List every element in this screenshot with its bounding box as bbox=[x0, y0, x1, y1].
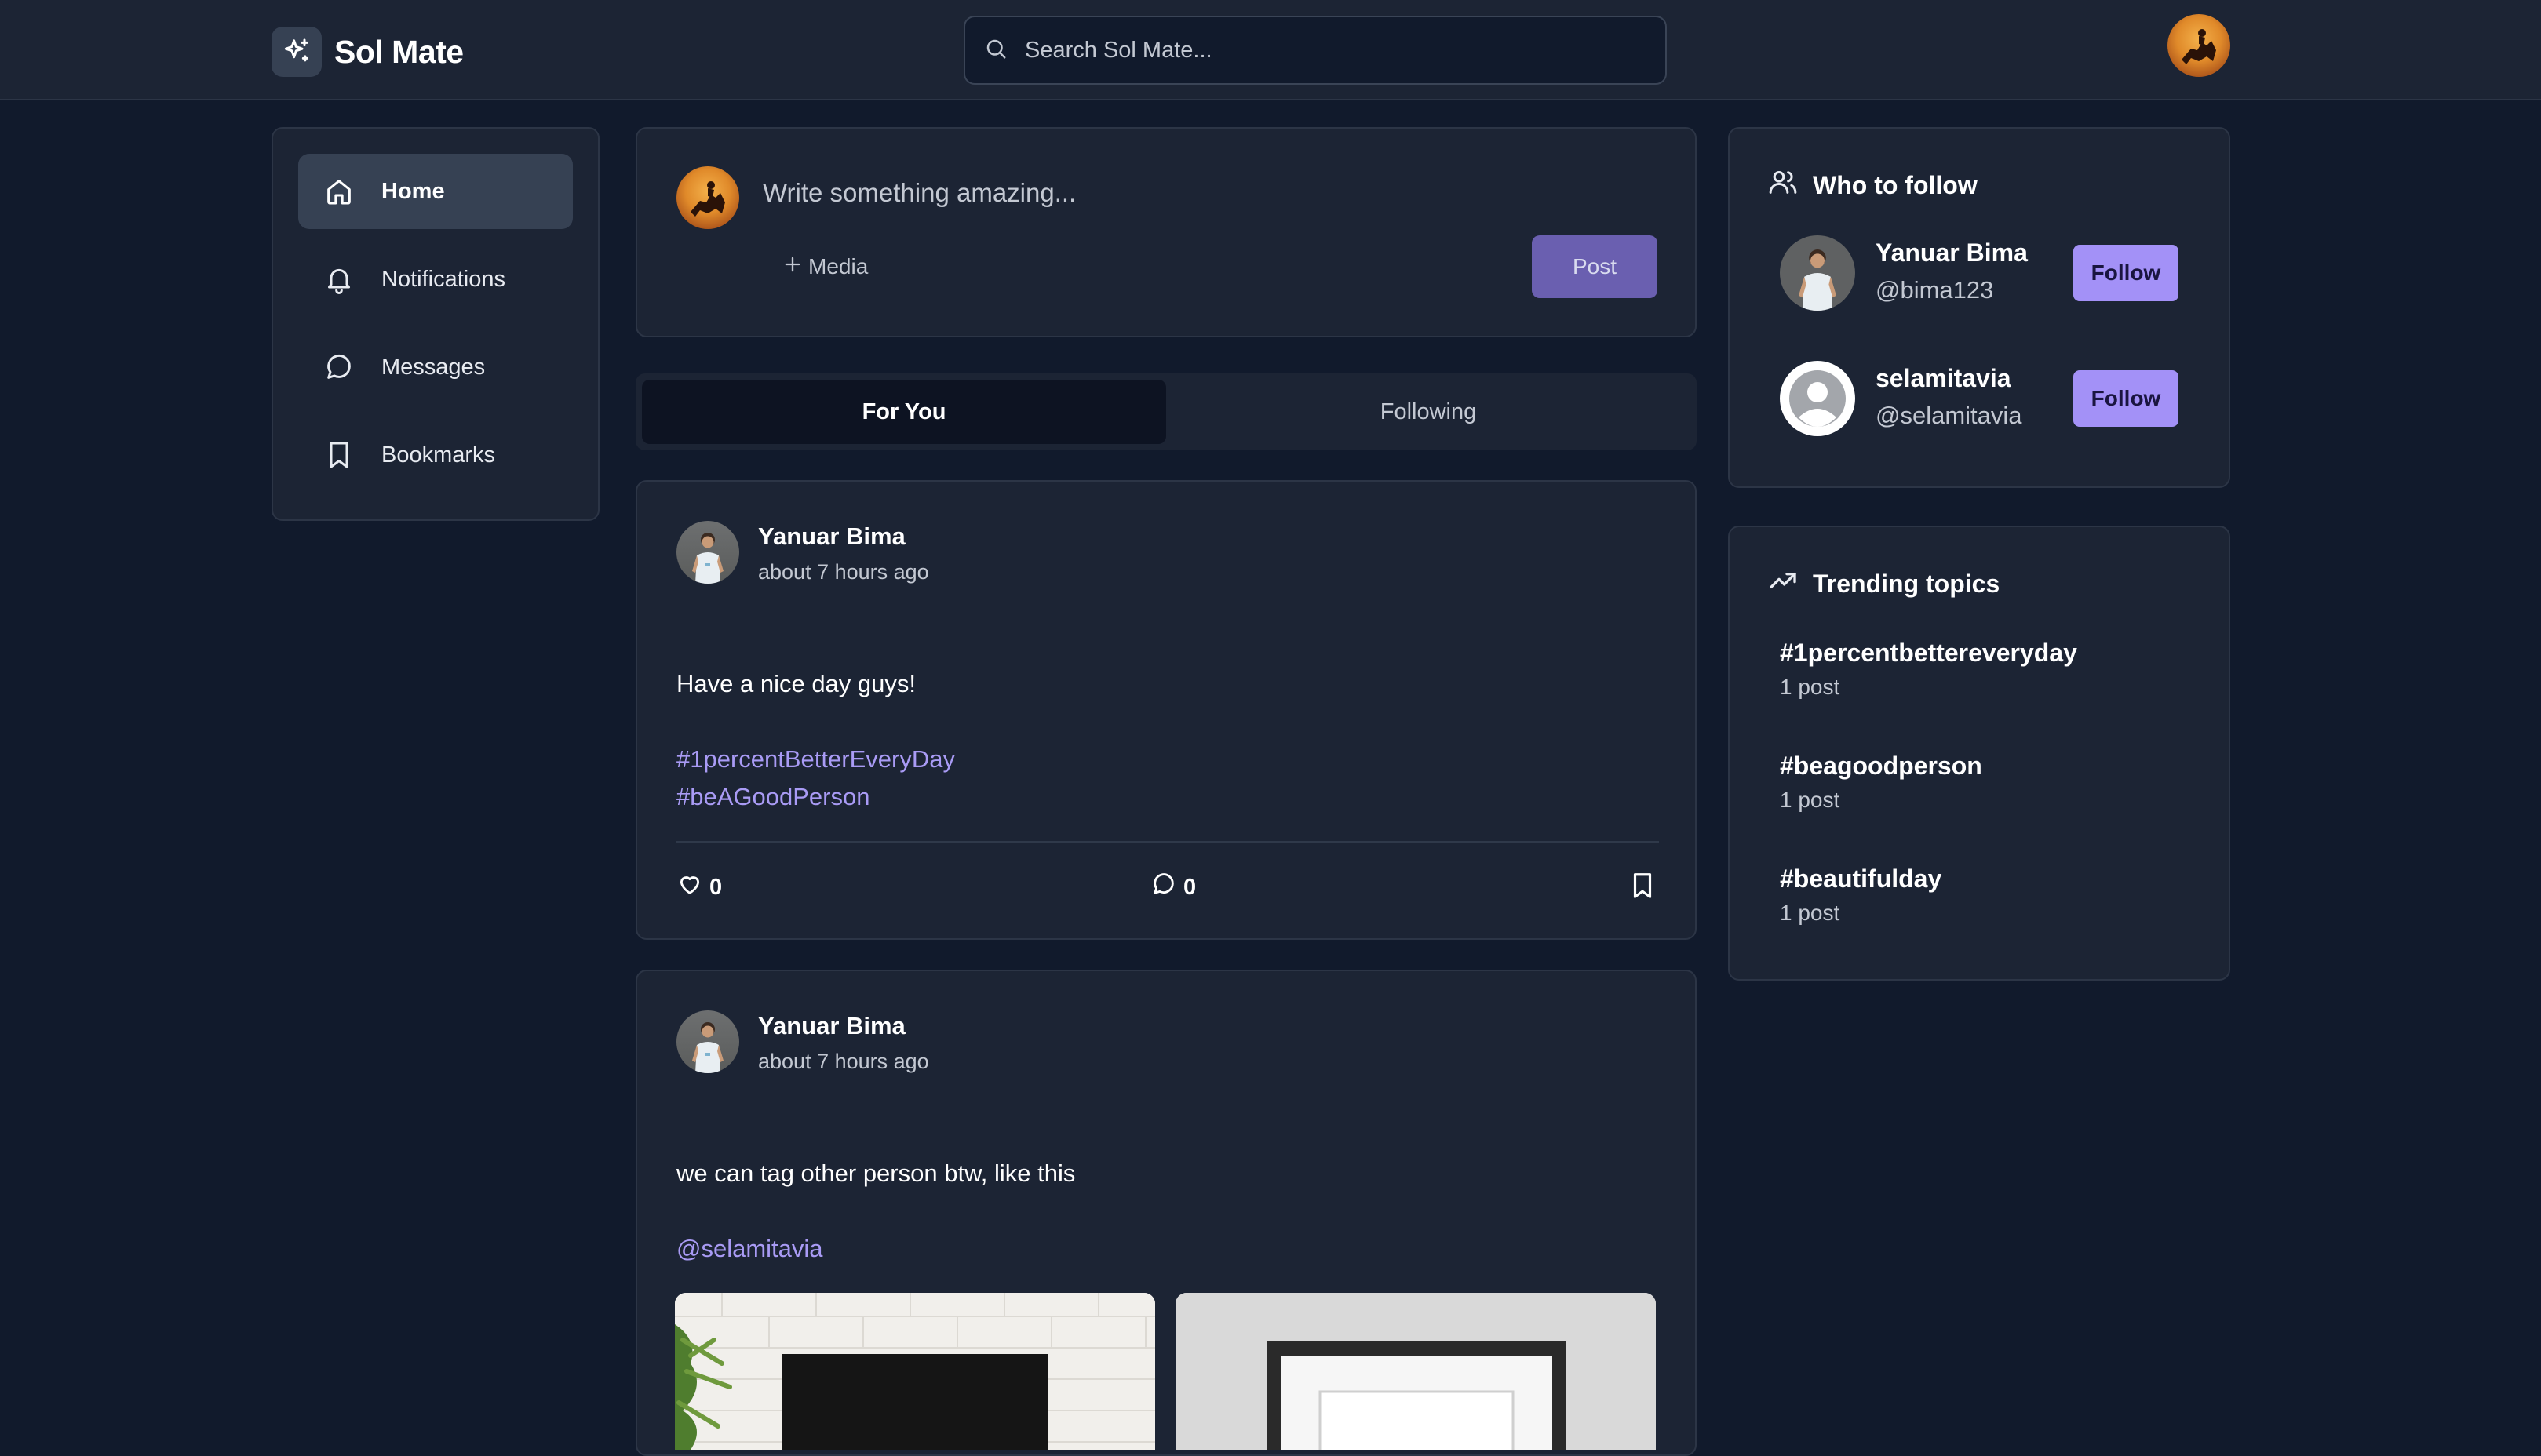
suggested-user-handle: @selamitavia bbox=[1876, 402, 2022, 429]
suggested-user-avatar[interactable] bbox=[1780, 235, 1855, 311]
top-bar: Sol Mate bbox=[0, 0, 2541, 100]
bell-icon bbox=[323, 262, 358, 297]
plus-icon bbox=[782, 253, 804, 281]
home-icon bbox=[323, 174, 358, 209]
tab-for-you[interactable]: For You bbox=[642, 380, 1166, 444]
sidebar-item-messages[interactable]: Messages bbox=[298, 329, 573, 405]
search-icon bbox=[984, 37, 1008, 64]
trending-topic[interactable]: #beautifulday bbox=[1780, 864, 1941, 894]
trending-topics-panel: Trending topics #1percentbettereveryday … bbox=[1728, 526, 2230, 981]
suggested-user-name[interactable]: selamitavia bbox=[1876, 364, 2011, 393]
brand[interactable]: Sol Mate bbox=[272, 27, 464, 77]
follow-button[interactable]: Follow bbox=[2073, 245, 2178, 301]
composer-input[interactable] bbox=[763, 169, 1657, 217]
post-text: we can tag other person btw, like this bbox=[676, 1159, 1076, 1187]
comment-count: 0 bbox=[1183, 874, 1197, 900]
default-avatar-icon[interactable] bbox=[1780, 361, 1855, 436]
post-button[interactable]: Post bbox=[1532, 235, 1657, 298]
sidebar-item-bookmarks[interactable]: Bookmarks bbox=[298, 417, 573, 493]
sidebar-item-label: Home bbox=[381, 178, 445, 204]
post-composer bbox=[636, 127, 1697, 337]
post-image[interactable] bbox=[1176, 1293, 1656, 1450]
like-count: 0 bbox=[709, 874, 723, 900]
trending-topic[interactable]: #beagoodperson bbox=[1780, 752, 1982, 781]
composer-avatar bbox=[676, 166, 739, 229]
sidebar-item-home[interactable]: Home bbox=[298, 154, 573, 229]
trending-topic-count: 1 post bbox=[1780, 675, 1840, 699]
bookmark-button[interactable] bbox=[1628, 871, 1664, 907]
trending-topics-title: Trending topics bbox=[1767, 565, 2000, 602]
post-card: Yanuar Bima about 7 hours ago Have a nic… bbox=[636, 480, 1697, 940]
panel-title-text: Who to follow bbox=[1813, 170, 1978, 199]
suggested-user-handle: @bima123 bbox=[1876, 276, 1994, 304]
search-bar[interactable] bbox=[964, 16, 1667, 85]
post-image[interactable] bbox=[675, 1293, 1155, 1450]
suggested-user-name[interactable]: Yanuar Bima bbox=[1876, 238, 2028, 268]
post-author[interactable]: Yanuar Bima bbox=[758, 522, 906, 551]
tab-following[interactable]: Following bbox=[1166, 380, 1690, 444]
post-timestamp: about 7 hours ago bbox=[758, 560, 929, 584]
search-input[interactable] bbox=[1025, 37, 1637, 64]
message-circle-icon bbox=[323, 350, 358, 384]
post-author[interactable]: Yanuar Bima bbox=[758, 1012, 906, 1040]
sidebar-item-label: Notifications bbox=[381, 266, 505, 292]
like-button[interactable]: 0 bbox=[676, 871, 722, 904]
hashtag-link[interactable]: #beAGoodPerson bbox=[676, 783, 869, 811]
trending-up-icon bbox=[1767, 565, 1813, 602]
feed-tabs: For You Following bbox=[636, 373, 1697, 450]
bookmark-icon bbox=[1628, 871, 1664, 907]
add-media-button[interactable]: Media bbox=[782, 245, 868, 289]
brand-name: Sol Mate bbox=[334, 33, 464, 70]
who-to-follow-title: Who to follow bbox=[1767, 166, 1978, 204]
mention-link[interactable]: @selamitavia bbox=[676, 1235, 823, 1263]
trending-topic[interactable]: #1percentbettereveryday bbox=[1780, 639, 2077, 668]
user-avatar[interactable] bbox=[2167, 14, 2230, 77]
sidebar-item-label: Messages bbox=[381, 354, 486, 380]
heart-icon bbox=[676, 871, 709, 904]
divider bbox=[676, 841, 1659, 843]
author-avatar[interactable] bbox=[676, 1010, 739, 1073]
sidebar-nav: Home Notifications Messages Bookmarks bbox=[272, 127, 600, 521]
author-avatar[interactable] bbox=[676, 521, 739, 584]
follow-button[interactable]: Follow bbox=[2073, 370, 2178, 427]
users-icon bbox=[1767, 166, 1813, 204]
comment-button[interactable]: 0 bbox=[1150, 871, 1196, 904]
comment-icon bbox=[1150, 871, 1183, 904]
bookmark-icon bbox=[323, 438, 358, 472]
hashtag-link[interactable]: #1percentBetterEveryDay bbox=[676, 745, 955, 774]
sidebar-item-label: Bookmarks bbox=[381, 442, 496, 468]
post-card: Yanuar Bima about 7 hours ago we can tag… bbox=[636, 970, 1697, 1456]
post-timestamp: about 7 hours ago bbox=[758, 1050, 929, 1073]
post-text: Have a nice day guys! bbox=[676, 670, 917, 697]
media-label: Media bbox=[808, 254, 869, 278]
sparkles-icon bbox=[272, 27, 322, 77]
panel-title-text: Trending topics bbox=[1813, 569, 2000, 598]
sidebar-item-notifications[interactable]: Notifications bbox=[298, 242, 573, 317]
trending-topic-count: 1 post bbox=[1780, 788, 1840, 812]
trending-topic-count: 1 post bbox=[1780, 901, 1840, 925]
who-to-follow-panel: Who to follow Yanuar Bima @bima123 selam… bbox=[1728, 127, 2230, 488]
